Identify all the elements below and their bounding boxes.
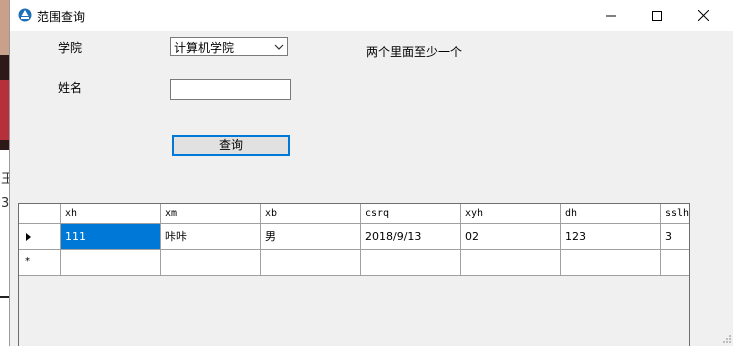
new-row-header[interactable]: * xyxy=(19,250,61,276)
cell-sslh[interactable]: 3 xyxy=(661,224,689,250)
new-cell[interactable] xyxy=(561,250,661,276)
maximize-icon xyxy=(652,10,662,21)
background-photo-red xyxy=(0,80,9,140)
new-cell[interactable] xyxy=(261,250,361,276)
background-app-image xyxy=(0,0,9,150)
column-header-csrq[interactable]: csrq xyxy=(361,204,461,224)
grid-header-row: xh xm xb csrq xyh dh sslh xyxy=(19,204,689,224)
cell-xh[interactable]: 111 xyxy=(61,224,161,250)
maximize-button[interactable] xyxy=(634,0,680,31)
college-select[interactable]: 计算机学院 xyxy=(170,37,288,56)
cell-csrq[interactable]: 2018/9/13 xyxy=(361,224,461,250)
title-bar[interactable]: 范围查询 xyxy=(10,0,733,31)
hint-text: 两个里面至少一个 xyxy=(366,45,463,59)
chevron-down-icon xyxy=(274,44,284,50)
name-input[interactable] xyxy=(170,79,291,100)
college-label: 学院 xyxy=(58,41,83,55)
column-header-xb[interactable]: xb xyxy=(261,204,361,224)
new-cell[interactable] xyxy=(661,250,689,276)
row-header[interactable] xyxy=(19,224,61,250)
row-pointer-icon xyxy=(26,233,31,241)
window-title: 范围查询 xyxy=(37,10,86,24)
college-select-value: 计算机学院 xyxy=(174,41,235,55)
cell-xm[interactable]: 咔咔 xyxy=(161,224,261,250)
new-cell[interactable] xyxy=(161,250,261,276)
cell-xyh[interactable]: 02 xyxy=(461,224,561,250)
new-cell[interactable] xyxy=(461,250,561,276)
column-header-dh[interactable]: dh xyxy=(561,204,661,224)
query-button[interactable]: 查询 xyxy=(172,135,290,156)
minimize-button[interactable] xyxy=(588,0,634,31)
close-button[interactable] xyxy=(680,0,726,31)
background-photo-face xyxy=(0,0,9,55)
new-row-marker: * xyxy=(25,256,30,267)
close-icon xyxy=(697,10,709,21)
cell-xb[interactable]: 男 xyxy=(261,224,361,250)
new-cell[interactable] xyxy=(61,250,161,276)
cell-dh[interactable]: 123 xyxy=(561,224,661,250)
column-header-xm[interactable]: xm xyxy=(161,204,261,224)
range-query-window: 范围查询 学院 计算机学院 两个里面至少一个 姓名 查询 xh xm xb cs… xyxy=(9,0,733,346)
size-grip-icon[interactable] xyxy=(722,334,732,344)
results-grid[interactable]: xh xm xb csrq xyh dh sslh 111 咔咔 男 2018/… xyxy=(18,203,690,346)
column-header-xyh[interactable]: xyh xyxy=(461,204,561,224)
name-label: 姓名 xyxy=(58,81,83,95)
grid-corner-header[interactable] xyxy=(19,204,61,224)
column-header-sslh[interactable]: sslh xyxy=(661,204,689,224)
new-cell[interactable] xyxy=(361,250,461,276)
app-icon xyxy=(18,8,32,22)
column-header-xh[interactable]: xh xyxy=(61,204,161,224)
minimize-icon xyxy=(606,15,616,16)
